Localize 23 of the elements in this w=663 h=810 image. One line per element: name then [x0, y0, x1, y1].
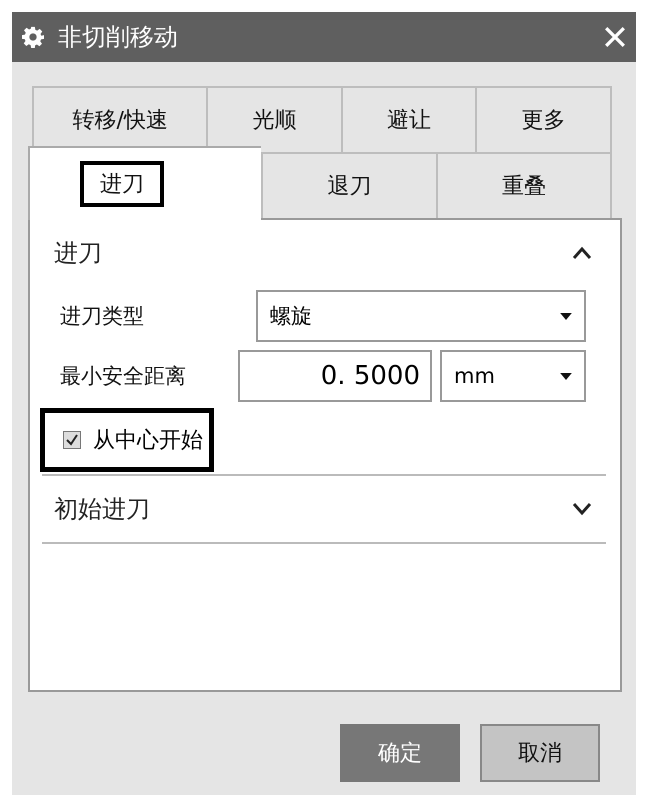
section-title[interactable]: 进刀 — [54, 237, 102, 269]
checkbox-icon[interactable] — [63, 431, 81, 449]
unit-dropdown[interactable]: mm — [440, 350, 586, 402]
number-field[interactable]: 0. 5000 — [238, 350, 432, 402]
tab[interactable]: 避让 — [340, 86, 476, 152]
ok-button[interactable]: 确定 — [340, 724, 460, 782]
tab[interactable]: 重叠 — [436, 152, 612, 218]
dropdown-arrow-icon — [560, 372, 572, 380]
window-title: 非切削移动 — [58, 22, 179, 53]
settings-icon — [22, 26, 44, 48]
dropdown[interactable]: 螺旋 — [256, 290, 586, 342]
field-label: 进刀类型 — [60, 303, 145, 330]
tab[interactable]: 退刀 — [261, 152, 436, 218]
tab[interactable]: 更多 — [475, 86, 612, 152]
chevron-down-icon[interactable] — [572, 502, 592, 516]
chevron-up-icon[interactable] — [572, 246, 592, 260]
tab[interactable]: 进刀 — [28, 146, 262, 220]
dropdown-arrow-icon — [560, 312, 572, 320]
checkbox[interactable]: 从中心开始 — [40, 408, 214, 472]
cancel-button[interactable]: 取消 — [480, 724, 600, 782]
section-title[interactable]: 初始进刀 — [54, 493, 150, 525]
close-icon[interactable] — [604, 26, 626, 48]
field-label: 最小安全距离 — [60, 363, 187, 390]
